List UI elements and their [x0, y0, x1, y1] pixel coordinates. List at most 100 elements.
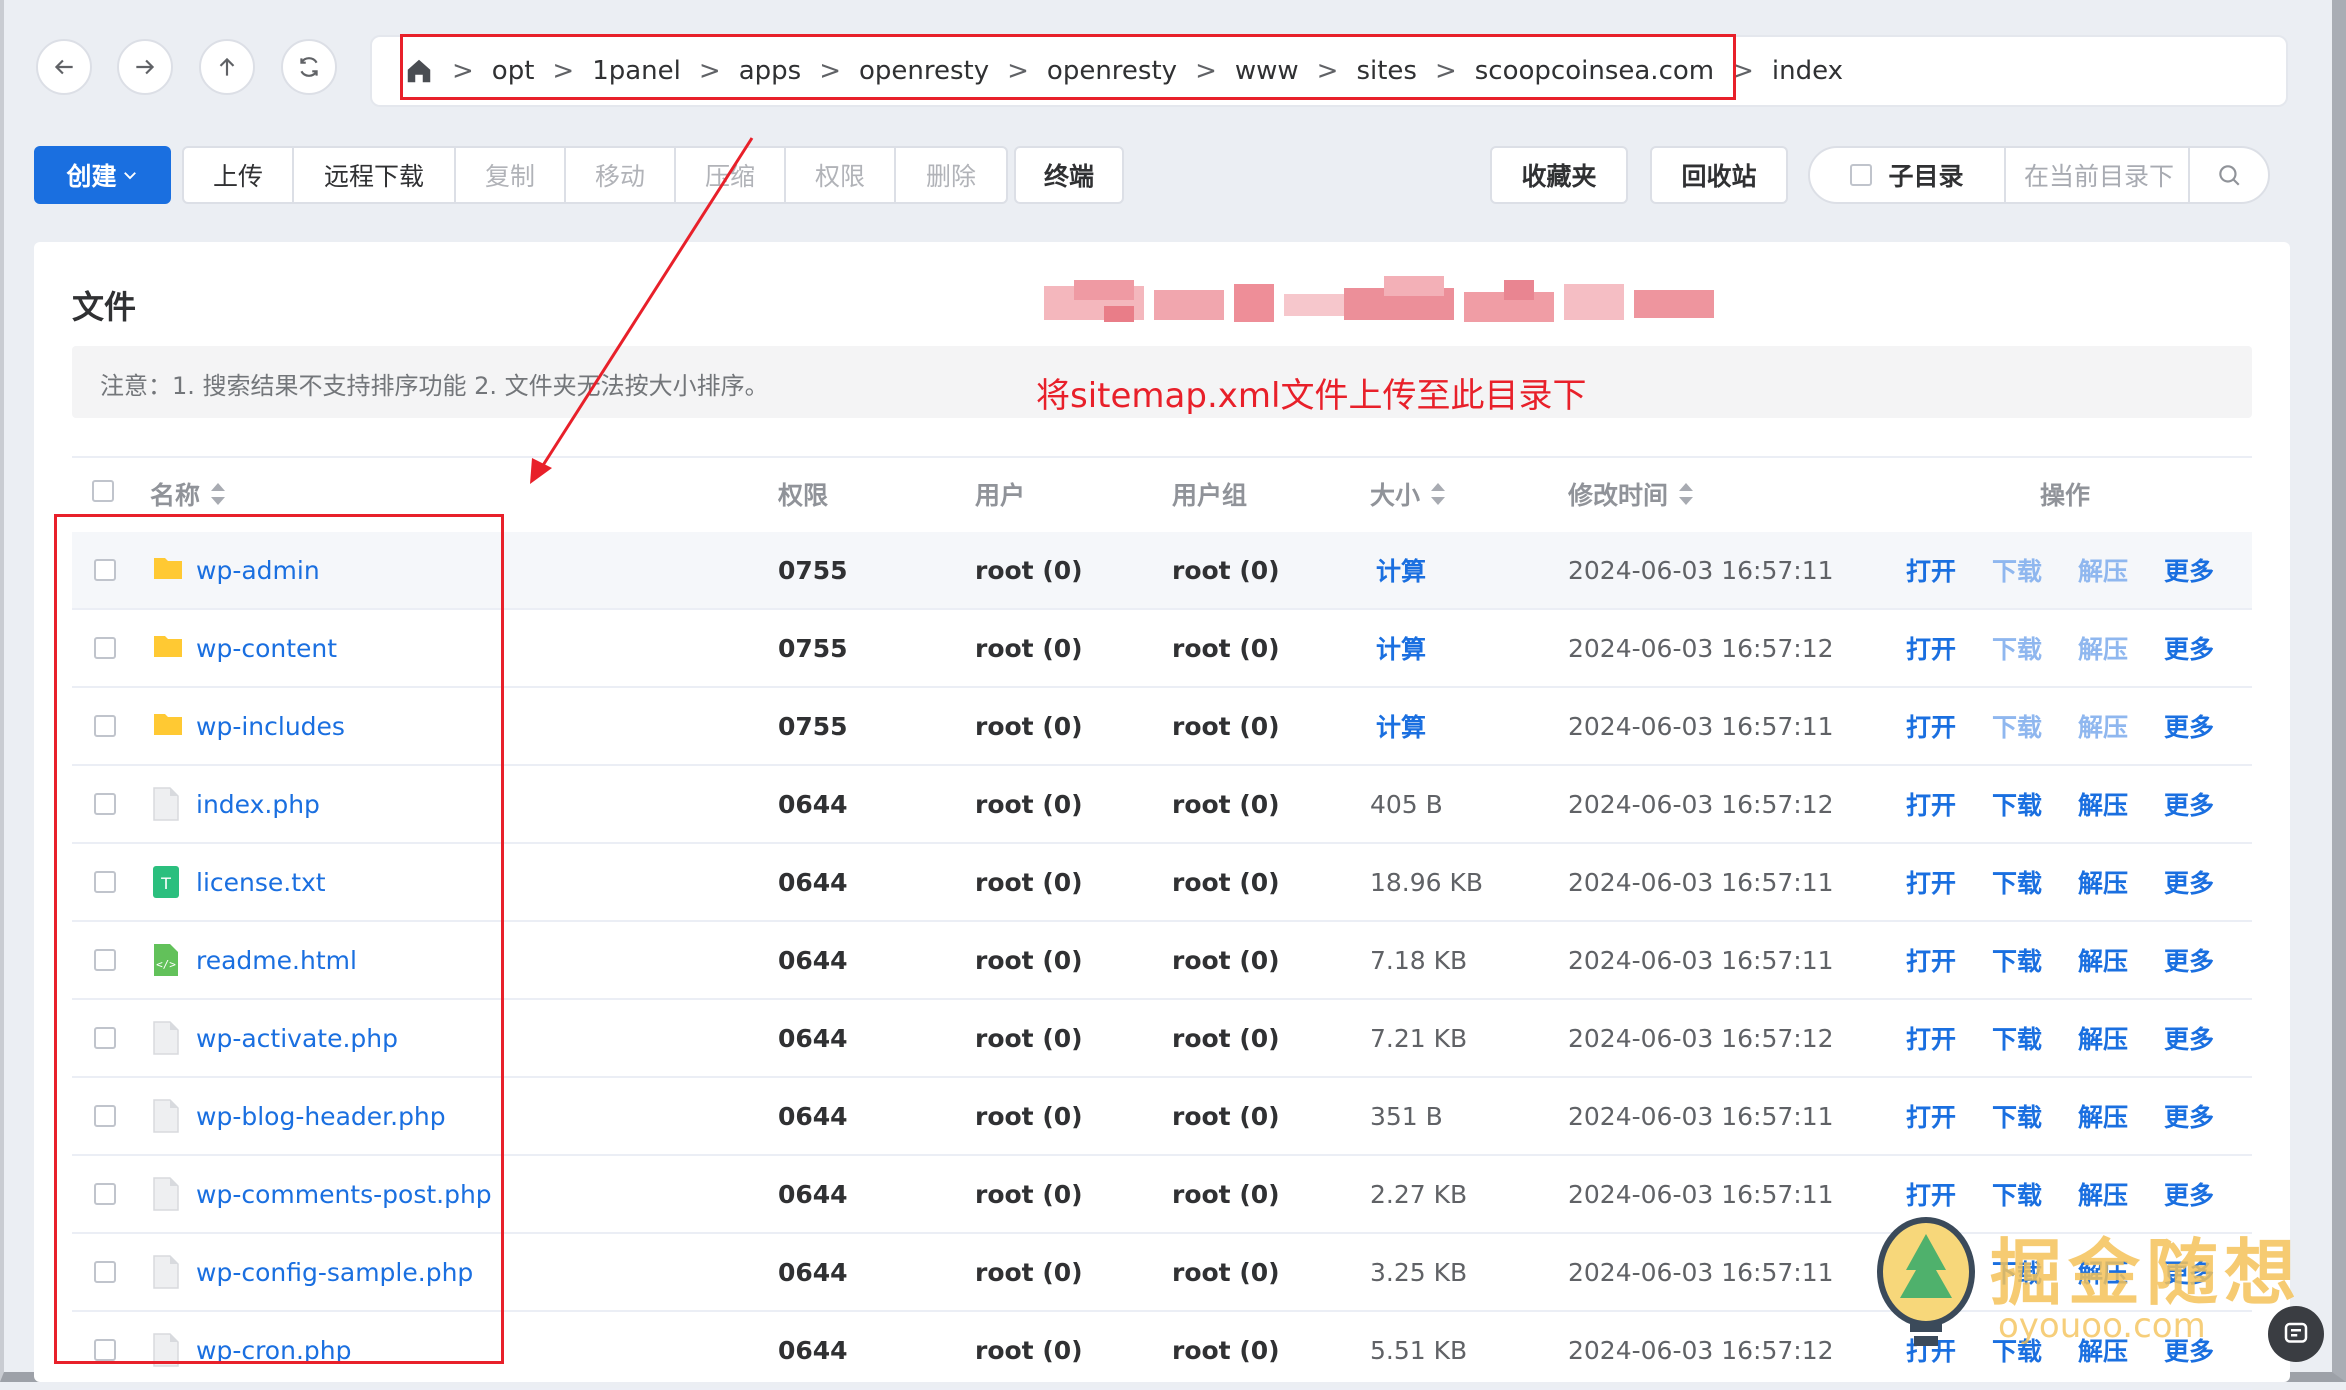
more-action[interactable]: 更多 — [2164, 922, 2214, 998]
download-action[interactable]: 下载 — [1992, 1000, 2042, 1076]
subdir-checkbox-wrap[interactable]: 子目录 — [1810, 148, 2006, 202]
group-value: root (0) — [1172, 1257, 1280, 1287]
user-value: root (0) — [975, 789, 1083, 819]
move-button[interactable]: 移动 — [566, 148, 676, 202]
terminal-button[interactable]: 终端 — [1014, 146, 1124, 204]
more-action[interactable]: 更多 — [2164, 766, 2214, 842]
extract-action[interactable]: 解压 — [2078, 688, 2128, 764]
delete-button[interactable]: 删除 — [896, 148, 1006, 202]
permission-value: 0644 — [778, 945, 848, 975]
download-action[interactable]: 下载 — [1992, 922, 2042, 998]
permission-button[interactable]: 权限 — [786, 148, 896, 202]
extract-action[interactable]: 解压 — [2078, 1000, 2128, 1076]
extract-action[interactable]: 解压 — [2078, 766, 2128, 842]
open-action[interactable]: 打开 — [1906, 1078, 1956, 1154]
size-value: 2.27 KB — [1370, 1179, 1468, 1209]
arrow-left-icon — [54, 59, 73, 75]
group-value: root (0) — [1172, 711, 1280, 741]
mtime-value: 2024-06-03 16:57:11 — [1568, 711, 1834, 741]
sort-icon[interactable] — [1430, 482, 1446, 506]
permission-value: 0644 — [778, 1257, 848, 1287]
back-button[interactable] — [36, 39, 92, 95]
permission-value: 0644 — [778, 1179, 848, 1209]
user-value: root (0) — [975, 555, 1083, 585]
search-input[interactable]: 在当前目录下 — [2006, 148, 2190, 202]
column-header-mtime[interactable]: 修改时间 — [1568, 476, 1694, 512]
column-header-group: 用户组 — [1172, 481, 1248, 510]
calculate-size-link[interactable]: 计算 — [1376, 688, 1426, 764]
search-icon — [2219, 165, 2240, 186]
permission-value: 0755 — [778, 633, 848, 663]
more-action[interactable]: 更多 — [2164, 688, 2214, 764]
sort-icon[interactable] — [210, 482, 226, 506]
extract-action[interactable]: 解压 — [2078, 532, 2128, 608]
open-action[interactable]: 打开 — [1906, 844, 1956, 920]
download-action[interactable]: 下载 — [1992, 844, 2042, 920]
page-title: 文件 — [72, 288, 137, 326]
more-action[interactable]: 更多 — [2164, 610, 2214, 686]
more-action[interactable]: 更多 — [2164, 532, 2214, 608]
open-action[interactable]: 打开 — [1906, 610, 1956, 686]
notice-text: 注意：1. 搜索结果不支持排序功能 2. 文件夹无法按大小排序。 — [100, 372, 769, 400]
size-value: 5.51 KB — [1370, 1335, 1468, 1365]
download-action[interactable]: 下载 — [1992, 688, 2042, 764]
extract-action[interactable]: 解压 — [2078, 922, 2128, 998]
permission-value: 0644 — [778, 1023, 848, 1053]
open-action[interactable]: 打开 — [1906, 532, 1956, 608]
calculate-size-link[interactable]: 计算 — [1376, 610, 1426, 686]
user-value: root (0) — [975, 1023, 1083, 1053]
favorites-button[interactable]: 收藏夹 — [1490, 146, 1628, 204]
refresh-icon — [300, 57, 318, 77]
extract-action[interactable]: 解压 — [2078, 844, 2128, 920]
extract-action[interactable]: 解压 — [2078, 610, 2128, 686]
open-action[interactable]: 打开 — [1906, 922, 1956, 998]
mtime-value: 2024-06-03 16:57:11 — [1568, 1101, 1834, 1131]
breadcrumb-item[interactable]: index — [1772, 56, 1843, 86]
download-action[interactable]: 下载 — [1992, 1078, 2042, 1154]
download-action[interactable]: 下载 — [1992, 610, 2042, 686]
user-value: root (0) — [975, 1335, 1083, 1365]
mtime-value: 2024-06-03 16:57:11 — [1568, 945, 1834, 975]
extract-action[interactable]: 解压 — [2078, 1078, 2128, 1154]
forward-button[interactable] — [117, 39, 173, 95]
help-button[interactable] — [2268, 1306, 2324, 1362]
column-header-name[interactable]: 名称 — [150, 476, 226, 512]
refresh-button[interactable] — [281, 39, 337, 95]
sort-icon[interactable] — [1678, 482, 1694, 506]
more-action[interactable]: 更多 — [2164, 1000, 2214, 1076]
chevron-down-icon — [123, 172, 136, 180]
user-value: root (0) — [975, 1179, 1083, 1209]
file-actions-group: 上传 远程下载 复制 移动 压缩 权限 删除 — [182, 146, 1008, 204]
open-action[interactable]: 打开 — [1906, 1000, 1956, 1076]
up-button[interactable] — [199, 39, 255, 95]
download-action[interactable]: 下载 — [1992, 766, 2042, 842]
compress-button[interactable]: 压缩 — [676, 148, 786, 202]
recycle-bin-button[interactable]: 回收站 — [1650, 146, 1788, 204]
create-button[interactable]: 创建 — [34, 146, 171, 204]
copy-button[interactable]: 复制 — [456, 148, 566, 202]
user-value: root (0) — [975, 945, 1083, 975]
pixelated-redaction — [1044, 276, 1714, 322]
group-value: root (0) — [1172, 945, 1280, 975]
remote-download-button[interactable]: 远程下载 — [294, 148, 456, 202]
watermark-text: 掘金随想 — [1990, 1231, 2303, 1315]
group-value: root (0) — [1172, 1023, 1280, 1053]
subdir-label: 子目录 — [1888, 162, 1964, 191]
search-button[interactable] — [2190, 162, 2268, 188]
permission-value: 0644 — [778, 867, 848, 897]
calculate-size-link[interactable]: 计算 — [1376, 532, 1426, 608]
select-all-checkbox[interactable] — [92, 480, 114, 502]
open-action[interactable]: 打开 — [1906, 766, 1956, 842]
group-value: root (0) — [1172, 633, 1280, 663]
download-action[interactable]: 下载 — [1992, 532, 2042, 608]
user-value: root (0) — [975, 1101, 1083, 1131]
upload-button[interactable]: 上传 — [184, 148, 294, 202]
more-action[interactable]: 更多 — [2164, 844, 2214, 920]
permission-value: 0644 — [778, 1335, 848, 1365]
column-header-size[interactable]: 大小 — [1370, 476, 1446, 512]
arrow-up-icon — [219, 57, 235, 76]
subdir-checkbox[interactable] — [1850, 164, 1873, 186]
more-action[interactable]: 更多 — [2164, 1078, 2214, 1154]
open-action[interactable]: 打开 — [1906, 688, 1956, 764]
group-value: root (0) — [1172, 1179, 1280, 1209]
